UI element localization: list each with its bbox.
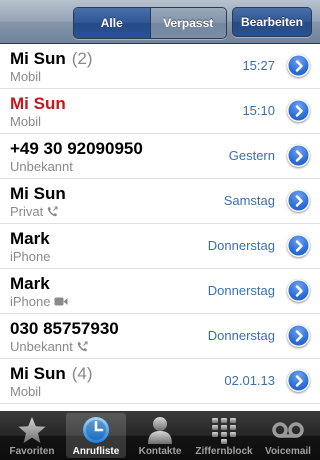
call-row[interactable]: Mi Sun (2) Mobil 15:27 bbox=[0, 44, 320, 89]
detail-disclosure-button[interactable] bbox=[287, 189, 310, 212]
call-type-line: iPhone bbox=[10, 249, 50, 264]
tab-label: Favoriten bbox=[9, 446, 55, 457]
call-type-line: Unbekannt bbox=[10, 159, 73, 174]
chevron-right-icon bbox=[295, 104, 303, 117]
detail-disclosure-button[interactable] bbox=[287, 369, 310, 392]
outgoing-call-icon bbox=[47, 206, 58, 217]
navigation-bar: Alle Verpasst Bearbeiten bbox=[0, 0, 320, 44]
call-row[interactable]: 030 85757930 Unbekannt Donnerstag bbox=[0, 314, 320, 359]
caller-name: Mi Sun bbox=[10, 364, 66, 383]
phone-type-label: Privat bbox=[10, 204, 44, 219]
caller-name: +49 30 92090950 bbox=[10, 139, 143, 158]
recent-calls-list[interactable]: Mi Sun (2) Mobil 15:27 Mi Sun Mobil 15:10 +49 3… bbox=[0, 44, 320, 411]
phone-type-label: iPhone bbox=[10, 249, 51, 264]
tab-bar: Favoriten Anrufliste Kontakte Ziffernblo… bbox=[0, 411, 320, 460]
caller-name-line: Mi Sun bbox=[10, 184, 66, 204]
segment-missed[interactable]: Verpasst bbox=[149, 8, 226, 38]
caller-name: Mark bbox=[10, 274, 50, 293]
caller-name-line: Mi Sun (2) bbox=[10, 49, 93, 69]
tab-favorites[interactable]: Favoriten bbox=[0, 411, 64, 460]
caller-name-line: Mark bbox=[10, 274, 50, 294]
caller-name-line: 030 85757930 bbox=[10, 319, 119, 339]
call-type-line: Mobil bbox=[10, 384, 41, 399]
call-filter-segmented-control: Alle Verpasst bbox=[73, 7, 227, 39]
tab-recents[interactable]: Anrufliste bbox=[64, 411, 128, 460]
phone-type-label: Unbekannt bbox=[10, 339, 73, 354]
call-row[interactable]: Mama bbox=[0, 404, 320, 411]
call-row[interactable]: Mark iPhone Donnerstag bbox=[0, 224, 320, 269]
call-time: Donnerstag bbox=[207, 328, 275, 343]
chevron-right-icon bbox=[295, 149, 303, 162]
phone-type-label: iPhone bbox=[10, 294, 51, 309]
caller-name-line: Mark bbox=[10, 229, 50, 249]
detail-disclosure-button[interactable] bbox=[287, 324, 310, 347]
caller-name: 030 85757930 bbox=[10, 319, 119, 338]
chevron-right-icon bbox=[295, 59, 303, 72]
call-time: Donnerstag bbox=[207, 283, 275, 298]
detail-disclosure-button[interactable] bbox=[287, 234, 310, 257]
tab-label: Kontakte bbox=[138, 446, 182, 457]
call-count: (4) bbox=[71, 364, 93, 383]
tab-label: Anrufliste bbox=[72, 446, 120, 457]
tab-keypad[interactable]: Ziffernblock bbox=[192, 411, 256, 460]
chevron-right-icon bbox=[295, 284, 303, 297]
phone-type-label: Unbekannt bbox=[10, 159, 73, 174]
detail-disclosure-button[interactable] bbox=[287, 144, 310, 167]
tab-label: Ziffernblock bbox=[195, 446, 253, 457]
call-row[interactable]: Mark iPhone Donnerstag bbox=[0, 269, 320, 314]
caller-name: Mi Sun bbox=[10, 184, 66, 203]
star-icon bbox=[17, 415, 47, 445]
detail-disclosure-button[interactable] bbox=[287, 279, 310, 302]
person-icon bbox=[147, 415, 173, 445]
call-row[interactable]: Mi Sun (4) Mobil 02.01.13 bbox=[0, 359, 320, 404]
phone-type-label: Mobil bbox=[10, 114, 42, 129]
tab-voicemail[interactable]: Voicemail bbox=[256, 411, 320, 460]
call-type-line: iPhone bbox=[10, 294, 68, 309]
segment-all[interactable]: Alle bbox=[74, 8, 150, 38]
clock-icon bbox=[81, 415, 111, 445]
voicemail-icon bbox=[271, 415, 305, 445]
caller-name: Mark bbox=[10, 229, 50, 248]
chevron-right-icon bbox=[295, 329, 303, 342]
chevron-right-icon bbox=[295, 194, 303, 207]
detail-disclosure-button[interactable] bbox=[287, 54, 310, 77]
tab-label: Voicemail bbox=[265, 446, 311, 457]
outgoing-call-icon bbox=[77, 341, 88, 352]
detail-disclosure-button[interactable] bbox=[287, 99, 310, 122]
caller-name-line: +49 30 92090950 bbox=[10, 139, 143, 159]
call-time: Donnerstag bbox=[207, 238, 275, 253]
chevron-right-icon bbox=[295, 239, 303, 252]
call-row[interactable]: +49 30 92090950 Unbekannt Gestern bbox=[0, 134, 320, 179]
edit-button[interactable]: Bearbeiten bbox=[232, 7, 312, 37]
phone-type-label: Mobil bbox=[10, 384, 42, 399]
call-row[interactable]: Mi Sun Mobil 15:10 bbox=[0, 89, 320, 134]
call-row[interactable]: Mi Sun Privat Samstag bbox=[0, 179, 320, 224]
tab-contacts[interactable]: Kontakte bbox=[128, 411, 192, 460]
call-time: 15:10 bbox=[242, 103, 275, 118]
phone-type-label: Mobil bbox=[10, 69, 42, 84]
keypad-icon bbox=[210, 415, 238, 445]
call-type-line: Mobil bbox=[10, 69, 41, 84]
caller-name-line: Mi Sun (4) bbox=[10, 364, 93, 384]
caller-name-line: Mi Sun bbox=[10, 94, 66, 114]
facetime-video-icon bbox=[54, 297, 68, 306]
call-type-line: Privat bbox=[10, 204, 58, 219]
caller-name: Mi Sun bbox=[10, 49, 66, 68]
call-count: (2) bbox=[71, 49, 93, 68]
call-time: Samstag bbox=[223, 193, 275, 208]
caller-name: Mi Sun bbox=[10, 94, 66, 113]
call-type-line: Unbekannt bbox=[10, 339, 88, 354]
call-type-line: Mobil bbox=[10, 114, 41, 129]
call-time: 15:27 bbox=[242, 58, 275, 73]
call-time: Gestern bbox=[228, 148, 275, 163]
call-time: 02.01.13 bbox=[224, 373, 275, 388]
chevron-right-icon bbox=[295, 374, 303, 387]
